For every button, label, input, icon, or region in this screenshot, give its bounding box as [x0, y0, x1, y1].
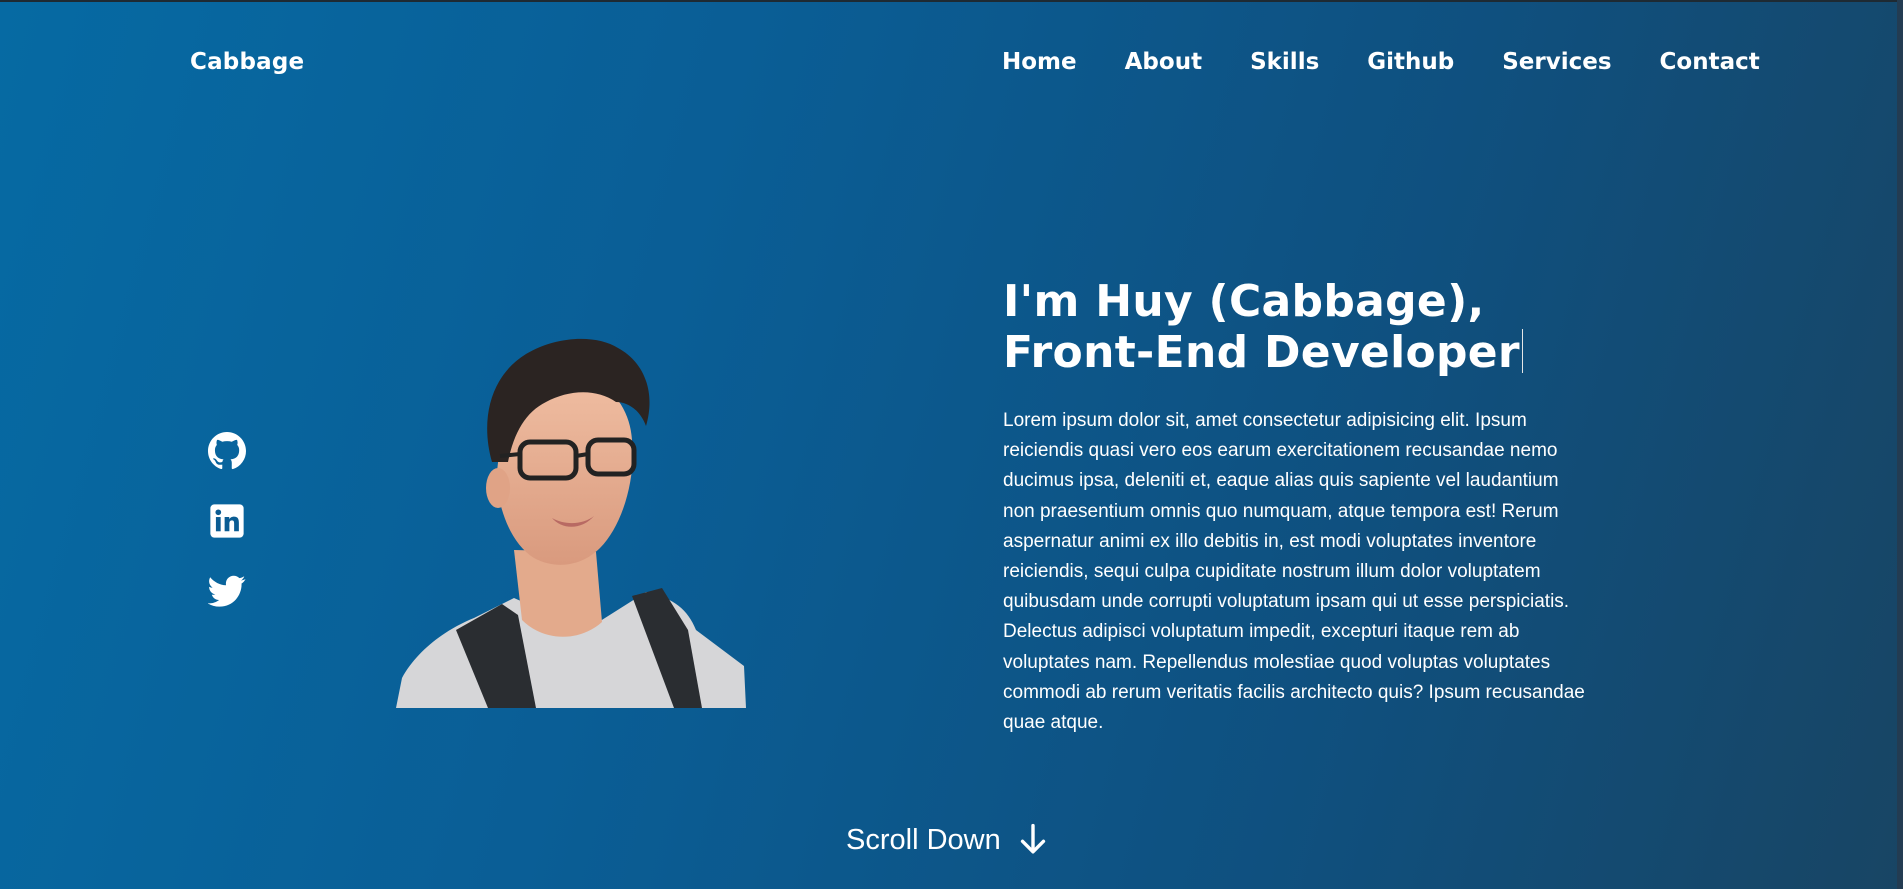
- nav-item-skills[interactable]: Skills: [1250, 49, 1319, 75]
- arrow-down-icon: [1020, 823, 1045, 854]
- linkedin-icon: [210, 504, 244, 538]
- twitter-link[interactable]: [208, 572, 246, 610]
- hero-title: I'm Huy (Cabbage), Front-End Developer: [1003, 276, 1603, 378]
- window-top-border: [0, 0, 1903, 2]
- scroll-down-label: Scroll Down: [846, 823, 1001, 856]
- main-nav: Home About Skills Github Services Contac…: [1002, 49, 1760, 75]
- typing-cursor: [1521, 329, 1523, 373]
- profile-photo: [396, 338, 746, 708]
- scrollbar-track[interactable]: [1897, 0, 1903, 889]
- logo-link[interactable]: Cabbage: [190, 49, 304, 75]
- github-icon: [208, 432, 246, 470]
- nav-item-github[interactable]: Github: [1367, 49, 1454, 75]
- social-links: [208, 432, 246, 610]
- nav-item-about[interactable]: About: [1125, 49, 1202, 75]
- github-link[interactable]: [208, 432, 246, 470]
- scroll-down-button[interactable]: Scroll Down: [846, 823, 1049, 857]
- hero-description: Lorem ipsum dolor sit, amet consectetur …: [1003, 410, 1585, 734]
- twitter-icon: [208, 575, 246, 607]
- nav-item-services[interactable]: Services: [1502, 49, 1611, 75]
- nav-item-contact[interactable]: Contact: [1660, 49, 1760, 75]
- linkedin-link[interactable]: [208, 502, 246, 540]
- nav-item-home[interactable]: Home: [1002, 49, 1077, 75]
